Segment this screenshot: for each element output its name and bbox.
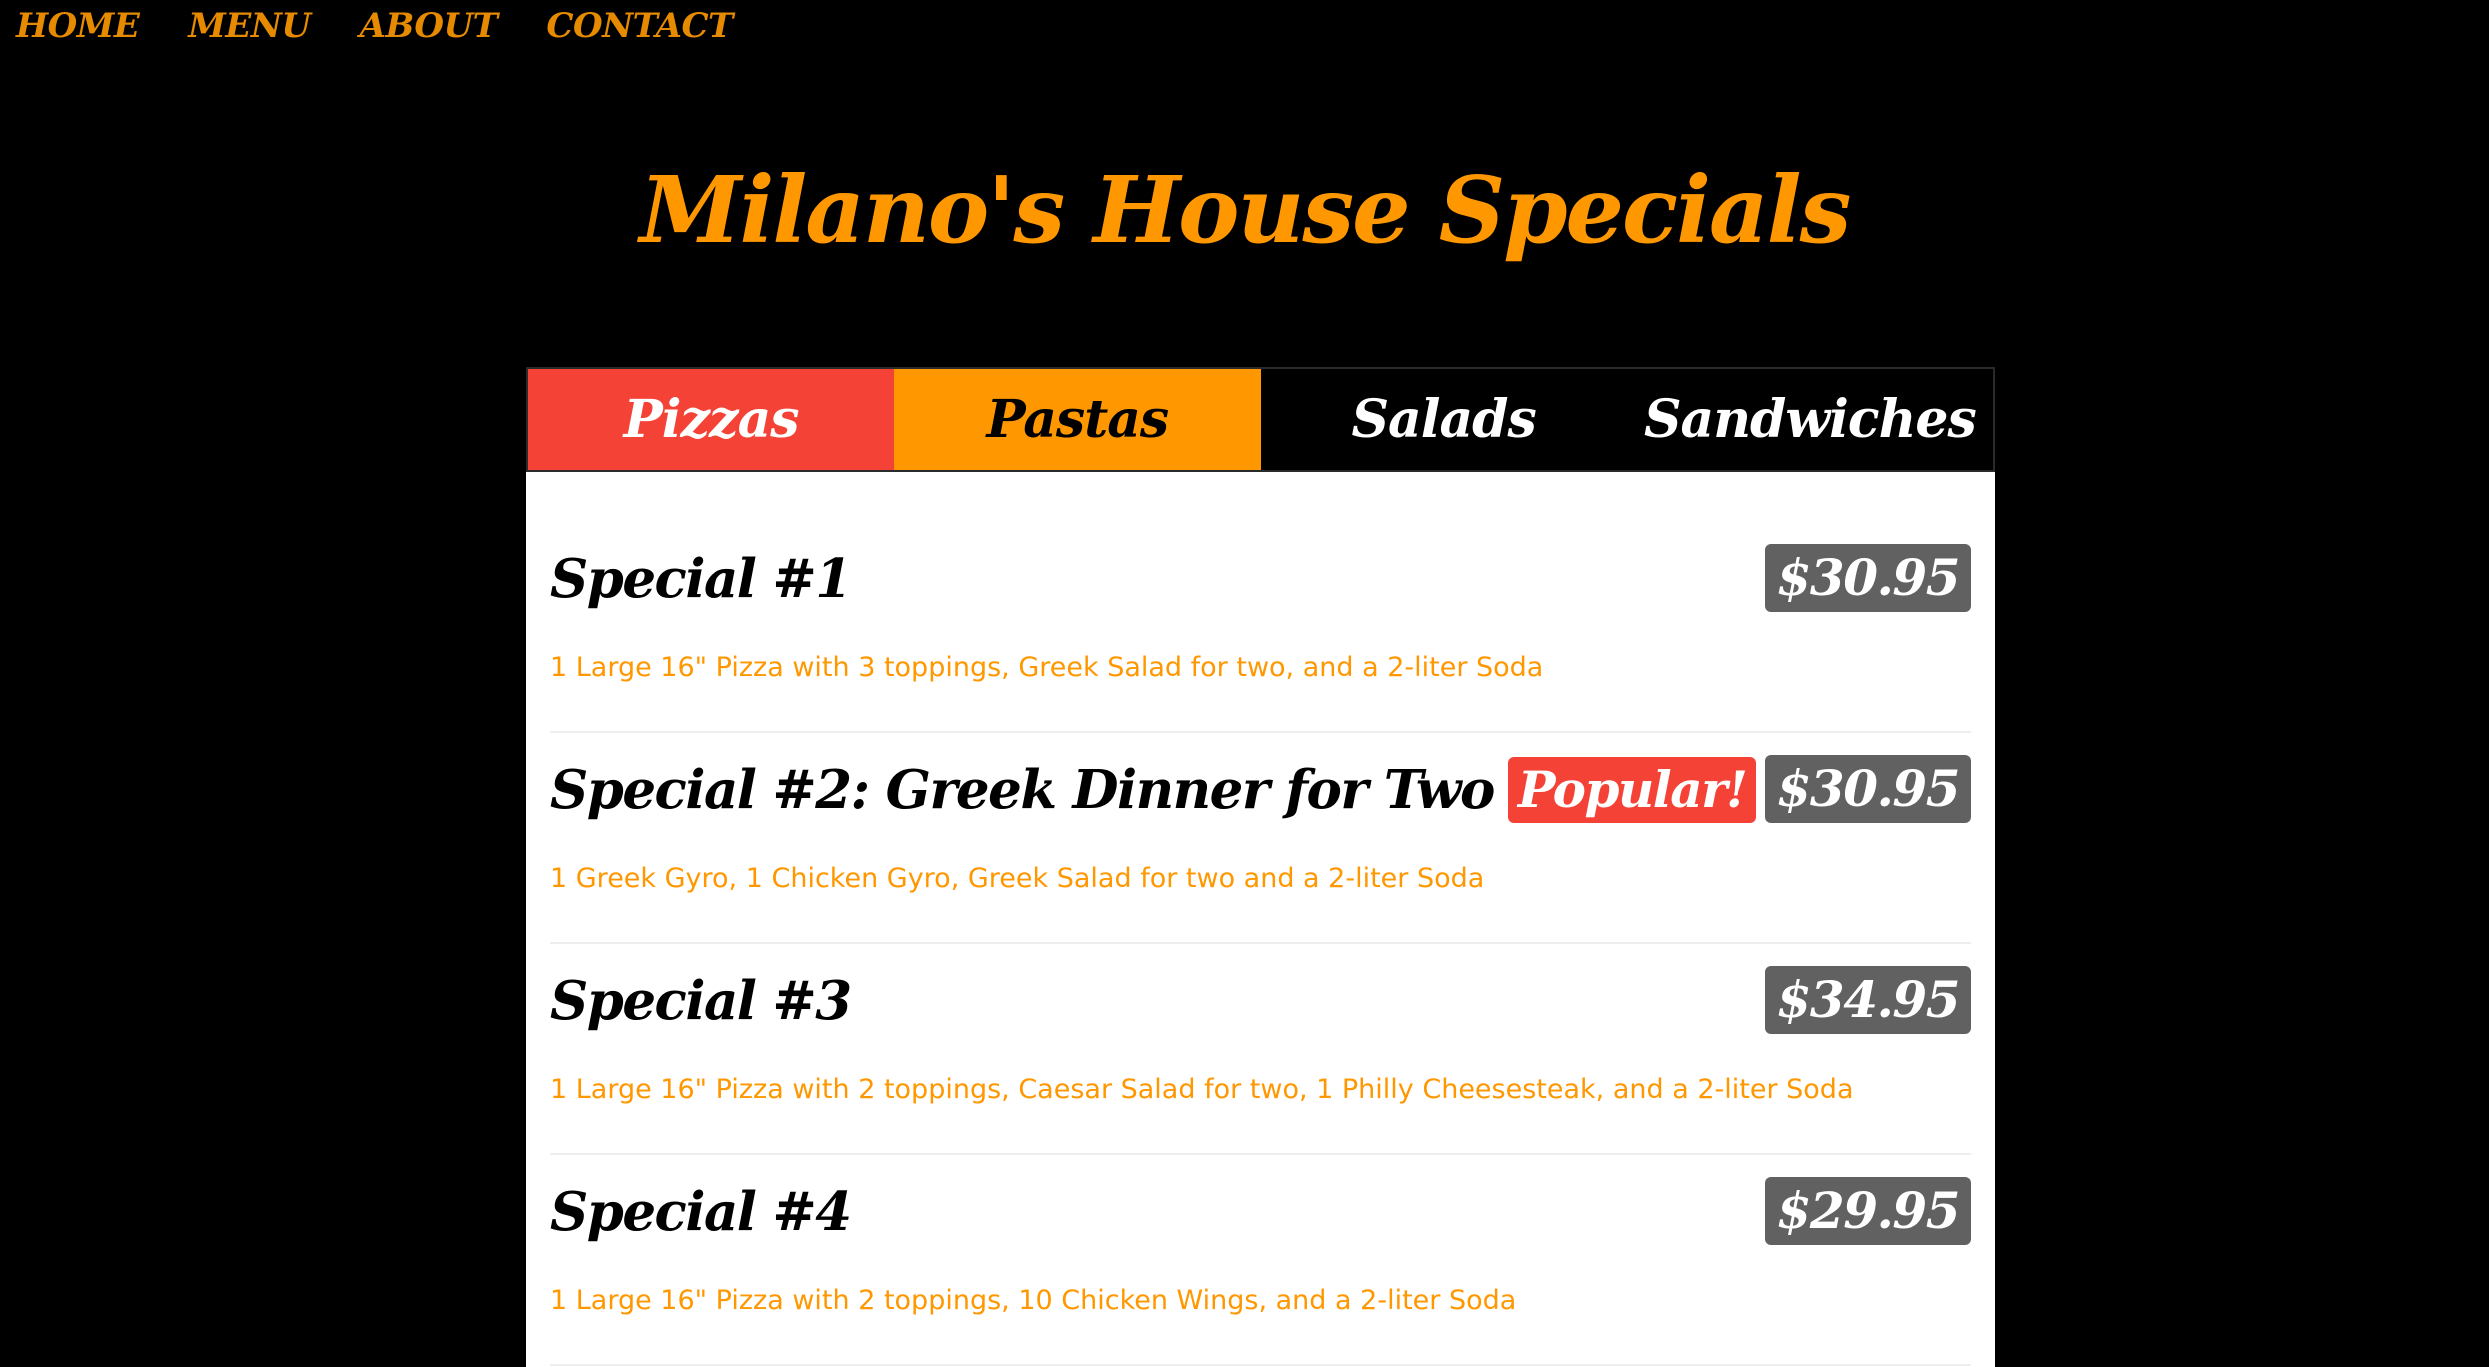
special-item-header: Special #4 $29.95 (550, 1177, 1971, 1247)
top-navigation: HOME MENU ABOUT CONTACT (16, 0, 733, 52)
category-tabs: Pizzas Pastas Salads Sandwiches (526, 367, 1995, 472)
nav-link-menu[interactable]: MENU (188, 9, 311, 43)
special-item-3: Special #3 $34.95 1 Large 16" Pizza with… (550, 944, 1971, 1155)
tab-sandwiches[interactable]: Sandwiches (1626, 369, 1993, 470)
specials-list: Special #1 $30.95 1 Large 16" Pizza with… (526, 522, 1995, 1366)
special-item-header: Special #3 $34.95 (550, 966, 1971, 1036)
nav-link-contact[interactable]: CONTACT (546, 9, 733, 43)
tab-pizzas[interactable]: Pizzas (528, 369, 895, 470)
nav-link-home[interactable]: HOME (16, 9, 140, 43)
special-item-1: Special #1 $30.95 1 Large 16" Pizza with… (550, 522, 1971, 733)
price-badge: $30.95 (1764, 755, 1971, 823)
tab-pastas[interactable]: Pastas (894, 369, 1261, 470)
price-badge: $29.95 (1764, 1177, 1971, 1245)
special-item-2: Special #2: Greek Dinner for Two Popular… (550, 733, 1971, 944)
special-item-name: Special #1 (550, 548, 852, 610)
nav-link-about[interactable]: ABOUT (360, 9, 498, 43)
special-item-description: 1 Greek Gyro, 1 Chicken Gyro, Greek Sala… (550, 863, 1485, 894)
price-badge: $30.95 (1764, 544, 1971, 612)
special-item-name: Special #4 (550, 1181, 852, 1243)
special-item-4: Special #4 $29.95 1 Large 16" Pizza with… (550, 1155, 1971, 1366)
tab-salads[interactable]: Salads (1260, 369, 1627, 470)
special-item-header: Special #1 $30.95 (550, 544, 1971, 614)
special-item-description: 1 Large 16" Pizza with 2 toppings, 10 Ch… (550, 1285, 1517, 1316)
page-title: Milano's House Specials (639, 156, 1852, 264)
special-item-header: Special #2: Greek Dinner for Two Popular… (550, 755, 1971, 825)
specials-menu-panel: Pizzas Pastas Salads Sandwiches Special … (526, 367, 1995, 1367)
special-item-name: Special #3 (550, 970, 852, 1032)
popular-badge: Popular! (1507, 756, 1757, 824)
special-item-name: Special #2: Greek Dinner for Two (550, 759, 1495, 821)
special-item-description: 1 Large 16" Pizza with 2 toppings, Caesa… (550, 1074, 1854, 1105)
special-item-description: 1 Large 16" Pizza with 3 toppings, Greek… (550, 652, 1544, 683)
price-badge: $34.95 (1764, 966, 1971, 1034)
